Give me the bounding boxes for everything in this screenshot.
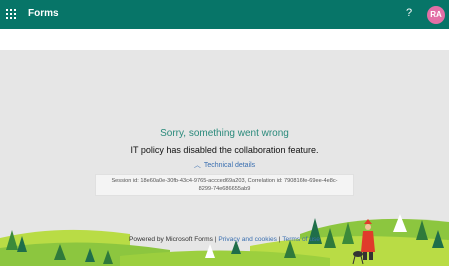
session-info-box: Session id: 18e60a0e-30fb-43c4-9765-accc…: [95, 174, 354, 196]
app-name[interactable]: Forms: [28, 8, 59, 19]
privacy-link[interactable]: Privacy and cookies: [218, 236, 277, 243]
error-heading: Sorry, something went wrong: [160, 128, 289, 139]
sub-header-band: [0, 29, 449, 50]
terms-link[interactable]: Terms of use: [282, 236, 320, 243]
top-bar: Forms ? RA: [0, 0, 449, 29]
avatar[interactable]: RA: [427, 6, 445, 24]
session-info-line1: Session id: 18e60a0e-30fb-43c4-9765-accc…: [111, 178, 338, 184]
session-info-line2: 8299-74e686655ab9: [198, 185, 251, 192]
technical-details-toggle[interactable]: ︿ Technical details: [0, 160, 449, 170]
app-launcher-icon[interactable]: [6, 9, 18, 21]
footer-separator: |: [278, 236, 281, 243]
powered-by-text: Powered by Microsoft Forms |: [129, 236, 217, 243]
technical-details-label: Technical details: [203, 162, 256, 169]
error-message: IT policy has disabled the collaboration…: [130, 145, 319, 155]
footer: Powered by Microsoft Forms | Privacy and…: [0, 236, 449, 243]
help-icon[interactable]: ?: [406, 7, 412, 19]
chevron-up-icon: ︿: [193, 162, 201, 169]
landscape-illustration: [0, 214, 449, 266]
